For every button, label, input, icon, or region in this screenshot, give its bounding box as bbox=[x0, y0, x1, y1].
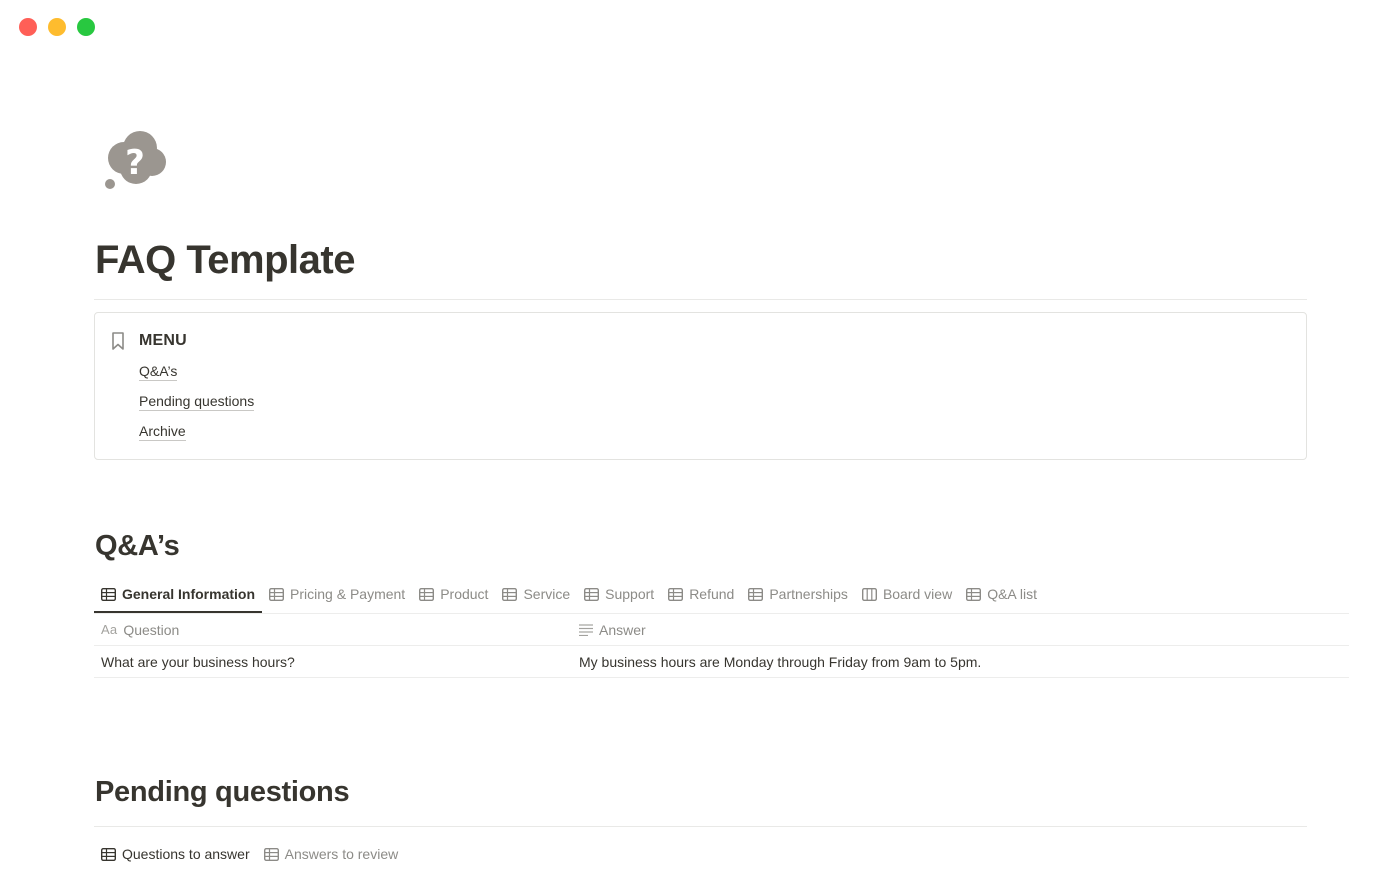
table-icon bbox=[101, 847, 116, 861]
menu-links: Q&A’s Pending questions Archive bbox=[139, 363, 255, 453]
board-icon bbox=[861, 587, 877, 601]
close-window-button[interactable] bbox=[19, 18, 37, 36]
tab-service[interactable]: Service bbox=[495, 576, 577, 612]
title-divider bbox=[94, 299, 1307, 300]
tab-label: Answers to review bbox=[284, 846, 399, 862]
tab-label: General Information bbox=[122, 586, 256, 602]
app-window: ? FAQ Template MENU Q&A’s Pending questi… bbox=[0, 0, 1400, 875]
tab-label: Product bbox=[440, 586, 489, 602]
qa-table: Aa Question Answer What are your busines… bbox=[94, 614, 1349, 678]
tab-support[interactable]: Support bbox=[577, 576, 661, 612]
table-row[interactable]: What are your business hours? My busines… bbox=[94, 646, 1349, 678]
menu-link-pending-questions[interactable]: Pending questions bbox=[139, 393, 255, 411]
tab-answers-to-review[interactable]: Answers to review bbox=[257, 836, 406, 872]
menu-callout: MENU Q&A’s Pending questions Archive bbox=[94, 312, 1307, 460]
tab-product[interactable]: Product bbox=[412, 576, 495, 612]
menu-link-qas[interactable]: Q&A’s bbox=[139, 363, 178, 381]
tab-label: Questions to answer bbox=[122, 846, 250, 862]
tab-label: Refund bbox=[689, 586, 735, 602]
tab-qa-list[interactable]: Q&A list bbox=[959, 576, 1044, 612]
minimize-window-button[interactable] bbox=[48, 18, 66, 36]
table-icon bbox=[748, 587, 764, 601]
table-icon bbox=[584, 587, 600, 601]
table-icon bbox=[263, 847, 279, 861]
table-icon bbox=[668, 587, 684, 601]
tab-board-view[interactable]: Board view bbox=[855, 576, 959, 612]
question-cell[interactable]: What are your business hours? bbox=[94, 654, 572, 670]
pending-divider bbox=[94, 826, 1307, 827]
fullscreen-window-button[interactable] bbox=[77, 18, 95, 36]
tab-general-information[interactable]: General Information bbox=[94, 576, 263, 613]
pending-section-heading[interactable]: Pending questions bbox=[95, 776, 350, 809]
qa-section-heading[interactable]: Q&A’s bbox=[95, 530, 180, 563]
window-controls bbox=[19, 18, 95, 36]
tab-partnerships[interactable]: Partnerships bbox=[741, 576, 855, 612]
question-thought-bubble-icon[interactable]: ? bbox=[102, 128, 170, 192]
tab-label: Partnerships bbox=[769, 586, 848, 602]
table-icon bbox=[101, 587, 116, 601]
column-header-label: Answer bbox=[599, 621, 646, 638]
title-property-icon: Aa bbox=[101, 622, 118, 637]
table-icon bbox=[269, 587, 285, 601]
column-header-answer[interactable]: Answer bbox=[572, 622, 1349, 638]
svg-text:?: ? bbox=[125, 143, 145, 183]
tab-pricing-payment[interactable]: Pricing & Payment bbox=[262, 576, 412, 612]
menu-title: MENU bbox=[139, 332, 187, 349]
text-lines-icon bbox=[579, 623, 593, 636]
table-icon bbox=[419, 587, 435, 601]
column-header-question[interactable]: Aa Question bbox=[94, 622, 572, 638]
answer-cell[interactable]: My business hours are Monday through Fri… bbox=[572, 654, 1349, 670]
tab-refund[interactable]: Refund bbox=[661, 576, 741, 612]
pending-view-tabs: Questions to answer Answers to review bbox=[94, 836, 405, 872]
column-header-label: Question bbox=[123, 621, 180, 638]
table-icon bbox=[502, 587, 518, 601]
page-title[interactable]: FAQ Template bbox=[95, 238, 355, 283]
table-header-row: Aa Question Answer bbox=[94, 614, 1349, 646]
table-icon bbox=[966, 587, 982, 601]
menu-link-archive[interactable]: Archive bbox=[139, 423, 186, 441]
tab-questions-to-answer[interactable]: Questions to answer bbox=[94, 836, 257, 872]
tab-label: Support bbox=[605, 586, 655, 602]
tab-label: Service bbox=[523, 586, 571, 602]
tab-label: Board view bbox=[882, 586, 953, 602]
tab-label: Q&A list bbox=[987, 586, 1037, 602]
tab-label: Pricing & Payment bbox=[290, 586, 406, 602]
qa-view-tabs: General Information Pricing & Payment Pr… bbox=[94, 576, 1044, 613]
bookmark-icon bbox=[110, 331, 126, 351]
